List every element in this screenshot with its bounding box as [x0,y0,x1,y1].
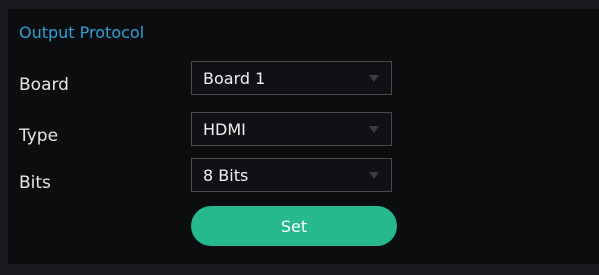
type-select[interactable]: HDMI [191,112,392,146]
type-label: Type [19,126,59,146]
section-title: Output Protocol [19,23,145,42]
bits-select-value: 8 Bits [203,165,249,185]
set-button[interactable]: Set [191,206,397,246]
type-select-value: HDMI [203,119,246,139]
bits-label: Bits [19,173,51,193]
board-select-value: Board 1 [203,68,266,88]
chevron-down-icon [369,75,379,82]
board-label: Board [19,75,69,95]
chevron-down-icon [369,126,379,133]
chevron-down-icon [369,172,379,179]
output-protocol-panel: Output Protocol Board Board 1 Type HDMI … [8,9,599,264]
bits-select[interactable]: 8 Bits [191,158,392,192]
board-select[interactable]: Board 1 [191,61,392,95]
